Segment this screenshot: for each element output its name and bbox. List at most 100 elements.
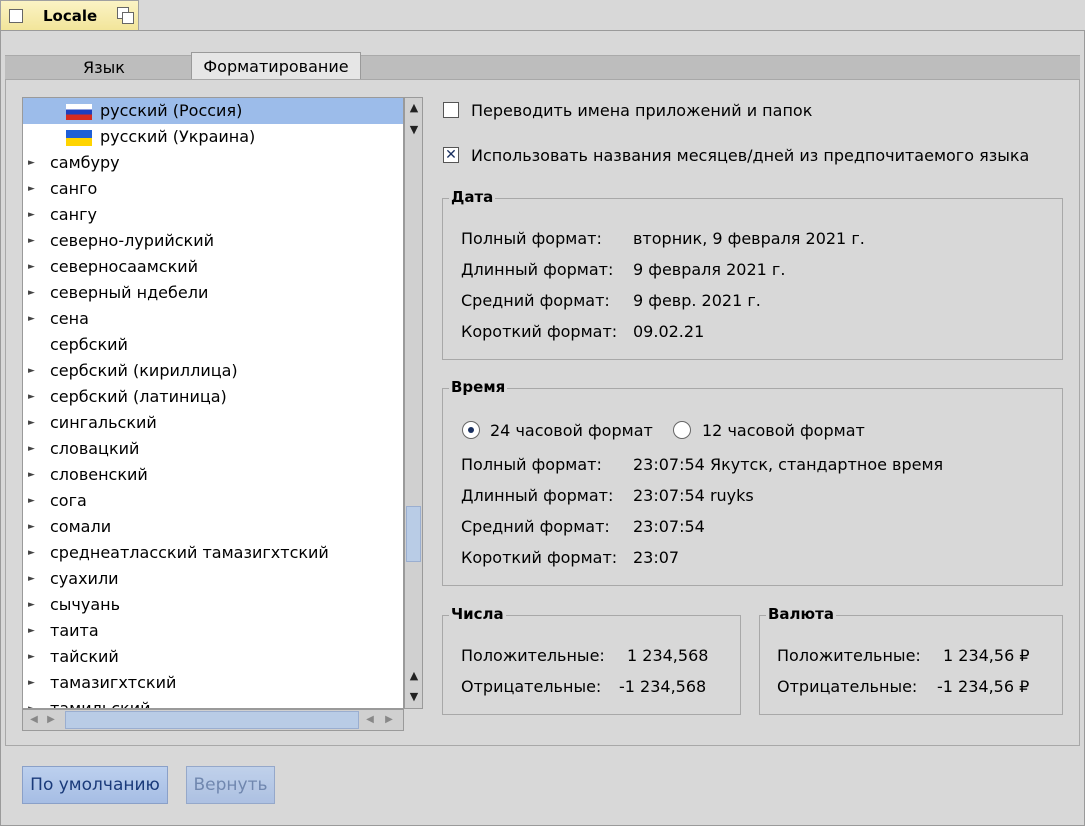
time-short-label: Короткий формат: [461, 548, 618, 567]
language-list-item-label: суахили [50, 569, 119, 588]
date-long-label: Длинный формат: [461, 260, 614, 279]
translate-names-checkbox[interactable] [443, 102, 459, 118]
tab-formatting[interactable]: Форматирование [191, 52, 361, 81]
expand-arrow-icon[interactable]: ► [28, 306, 35, 332]
scroll-left-arrow-icon[interactable]: ◀ [26, 711, 42, 729]
language-list-item-label: северно-лурийский [50, 231, 214, 250]
language-list-item[interactable]: ► среднеатласский тамазигхтский [23, 540, 403, 566]
expand-arrow-icon[interactable]: ► [28, 176, 35, 202]
date-full-value: вторник, 9 февраля 2021 г. [633, 229, 865, 248]
language-list-item[interactable]: ► северный ндебели [23, 280, 403, 306]
language-list-item-label: сомали [50, 517, 112, 536]
language-list-item[interactable]: сербский [23, 332, 403, 358]
vertical-scrollbar[interactable]: ▲ ▼ ▲ ▼ [404, 97, 423, 709]
expand-arrow-icon[interactable]: ► [28, 618, 35, 644]
expand-arrow-icon[interactable]: ► [28, 566, 35, 592]
expand-arrow-icon[interactable]: ► [28, 514, 35, 540]
expand-arrow-icon[interactable]: ► [28, 202, 35, 228]
expand-arrow-icon[interactable]: ► [28, 410, 35, 436]
language-list-item-label: словенский [50, 465, 148, 484]
language-list-item-label: словацкий [50, 439, 140, 458]
expand-arrow-icon[interactable]: ► [28, 150, 35, 176]
language-list-item[interactable]: ► сычуань [23, 592, 403, 618]
defaults-button[interactable]: По умолчанию [22, 766, 168, 804]
language-list-item[interactable]: ► таита [23, 618, 403, 644]
language-list-item-label: северный ндебели [50, 283, 209, 302]
language-list-item-label: сербский (кириллица) [50, 361, 238, 380]
scroll-up-arrow-icon[interactable]: ▲ [406, 668, 422, 684]
language-list-item[interactable]: русский (Россия) [23, 98, 403, 124]
language-list-item[interactable]: ► северносаамский [23, 254, 403, 280]
language-list-item-label: русский (Россия) [100, 101, 243, 120]
language-list-item[interactable]: ► сога [23, 488, 403, 514]
tab-bar: Язык Форматирование [5, 52, 1080, 81]
expand-arrow-icon[interactable]: ► [28, 436, 35, 462]
scroll-down-arrow-icon[interactable]: ▼ [406, 122, 422, 138]
language-list-item[interactable]: ► сербский (латиница) [23, 384, 403, 410]
expand-arrow-icon[interactable]: ► [28, 358, 35, 384]
currency-positive-value: 1 234,56 ₽ [943, 646, 1030, 665]
expand-arrow-icon[interactable]: ► [28, 696, 35, 708]
language-list-item[interactable]: ► тамильский [23, 696, 403, 708]
window-menu-icon[interactable] [9, 9, 23, 23]
horizontal-scrollbar[interactable]: ◀ ▶ ◀ ▶ [22, 709, 404, 731]
language-list-item-label: сена [50, 309, 89, 328]
language-list-item[interactable]: ► самбуру [23, 150, 403, 176]
time-full-value: 23:07:54 Якутск, стандартное время [633, 455, 944, 474]
date-medium-value: 9 февр. 2021 г. [633, 291, 761, 310]
scroll-right-arrow-icon[interactable]: ▶ [381, 711, 397, 729]
language-list-item[interactable]: ► словенский [23, 462, 403, 488]
language-list-item[interactable]: ► сербский (кириллица) [23, 358, 403, 384]
language-list[interactable]: русский (Россия) русский (Украина) ► самбур… [22, 97, 404, 709]
language-list-item-label: северносаамский [50, 257, 199, 276]
expand-arrow-icon[interactable]: ► [28, 670, 35, 696]
time-long-label: Длинный формат: [461, 486, 614, 505]
expand-arrow-icon[interactable]: ► [28, 228, 35, 254]
expand-arrow-icon[interactable]: ► [28, 644, 35, 670]
use-month-names-label: Использовать названия месяцев/дней из пр… [471, 146, 1030, 165]
tab-language[interactable]: Язык [21, 56, 187, 80]
ukraine-flag-icon [66, 130, 92, 146]
language-list-item[interactable]: ► тамазигхтский [23, 670, 403, 696]
scroll-right-arrow-icon[interactable]: ▶ [43, 711, 59, 729]
language-list-item[interactable]: ► сангу [23, 202, 403, 228]
horizontal-scroll-thumb[interactable] [65, 711, 359, 729]
expand-arrow-icon[interactable]: ► [28, 488, 35, 514]
scroll-up-arrow-icon[interactable]: ▲ [406, 100, 422, 116]
expand-arrow-icon[interactable]: ► [28, 462, 35, 488]
numbers-negative-label: Отрицательные: [461, 677, 602, 696]
vertical-scroll-thumb[interactable] [406, 506, 421, 562]
expand-arrow-icon[interactable]: ► [28, 540, 35, 566]
language-list-item[interactable]: ► тайский [23, 644, 403, 670]
numbers-positive-label: Положительные: [461, 646, 605, 665]
expand-arrow-icon[interactable]: ► [28, 254, 35, 280]
language-list-item-label: сангу [50, 205, 97, 224]
expand-arrow-icon[interactable]: ► [28, 592, 35, 618]
scroll-left-arrow-icon[interactable]: ◀ [362, 711, 378, 729]
window-title-tab[interactable]: Locale [0, 0, 139, 30]
radio-12-hour[interactable] [673, 421, 691, 439]
numbers-group-title: Числа [449, 605, 506, 623]
date-group: Дата Полный формат: вторник, 9 февраля 2… [442, 188, 1063, 360]
language-list-item[interactable]: ► санго [23, 176, 403, 202]
expand-arrow-icon[interactable]: ► [28, 280, 35, 306]
language-list-item-label: русский (Украина) [100, 127, 256, 146]
revert-button[interactable]: Вернуть [186, 766, 275, 804]
date-short-label: Короткий формат: [461, 322, 618, 341]
language-list-item[interactable]: ► сингальский [23, 410, 403, 436]
radio-24-hour[interactable] [462, 421, 480, 439]
language-list-item[interactable]: ► сомали [23, 514, 403, 540]
expand-arrow-icon[interactable]: ► [28, 384, 35, 410]
time-full-label: Полный формат: [461, 455, 602, 474]
language-list-item-label: сингальский [50, 413, 157, 432]
language-list-item-label: сербский [50, 335, 128, 354]
language-list-item[interactable]: ► словацкий [23, 436, 403, 462]
time-short-value: 23:07 [633, 548, 680, 567]
language-list-item[interactable]: ► суахили [23, 566, 403, 592]
language-list-item[interactable]: ► северно-лурийский [23, 228, 403, 254]
use-month-names-checkbox[interactable]: ✕ [443, 147, 459, 163]
scroll-down-arrow-icon[interactable]: ▼ [406, 689, 422, 705]
russia-flag-icon [66, 104, 92, 120]
language-list-item[interactable]: ► сена [23, 306, 403, 332]
language-list-item[interactable]: русский (Украина) [23, 124, 403, 150]
